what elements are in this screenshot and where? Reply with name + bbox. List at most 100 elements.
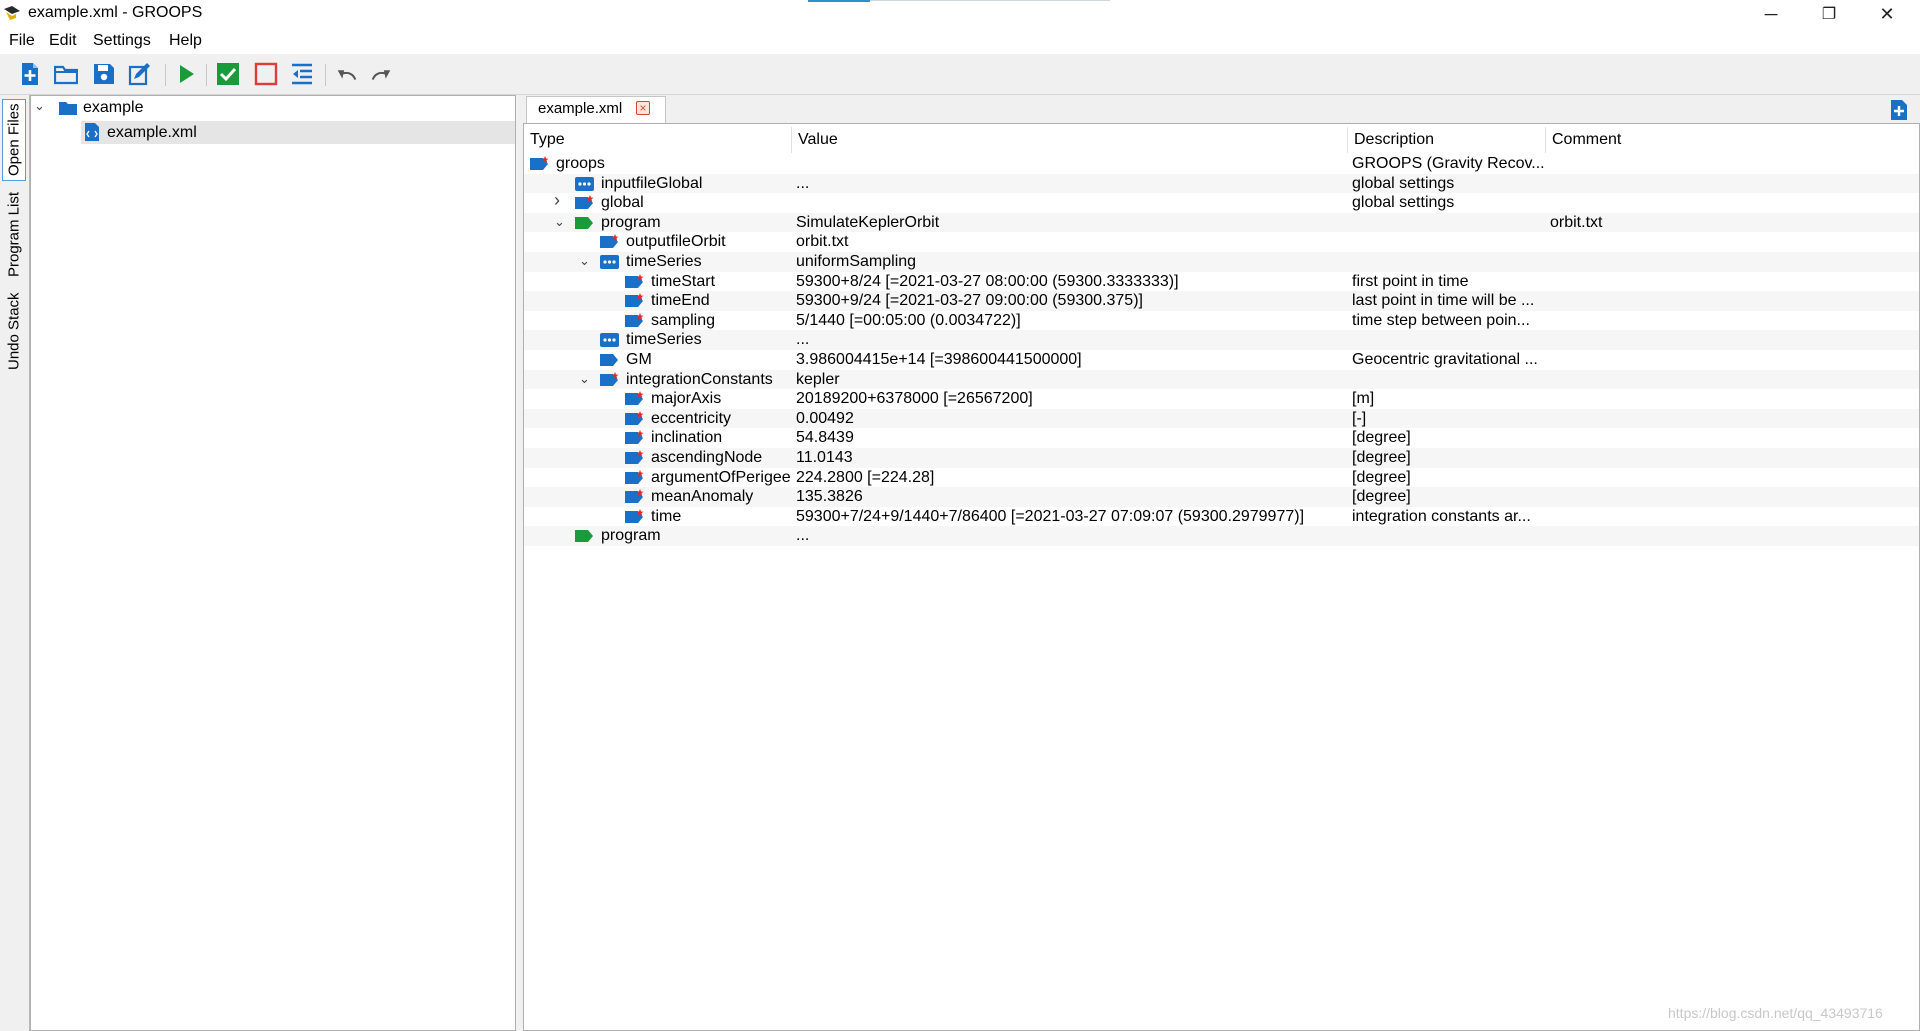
row-value[interactable]: ... (796, 331, 809, 349)
row-value[interactable]: 59300+8/24 [=2021-03-27 08:00:00 (59300.… (796, 273, 1179, 291)
new-file-icon[interactable] (18, 62, 42, 86)
restore-button[interactable]: ❐ (1800, 0, 1858, 28)
tree-row[interactable]: inclination 54.8439 [degree] (524, 428, 1919, 448)
open-folder-icon[interactable] (54, 62, 78, 86)
row-value[interactable]: ... (796, 527, 809, 545)
chevron-right-icon[interactable]: › (554, 190, 560, 211)
tree-row[interactable]: timeStart 59300+8/24 [=2021-03-27 08:00:0… (524, 272, 1919, 292)
row-value[interactable]: 3.986004415e+14 [=398600441500000] (796, 351, 1082, 369)
menu-bar (0, 28, 1920, 54)
row-value[interactable]: 224.2800 [=224.28] (796, 469, 934, 487)
column-header-description[interactable]: Description (1354, 131, 1434, 149)
unset-node-icon (600, 332, 620, 348)
row-type: sampling (651, 311, 716, 329)
element-node-icon (625, 391, 645, 407)
tree-row[interactable]: eccentricity 0.00492 [-] (524, 408, 1919, 429)
tree-row[interactable]: outputfileOrbit orbit.txt (524, 232, 1919, 252)
row-type: integrationConstants (626, 370, 773, 388)
tree-row[interactable]: program... (524, 526, 1919, 546)
row-value[interactable]: 0.00492 (796, 410, 854, 428)
column-header-type[interactable]: Type (530, 131, 565, 149)
tab-undo-stack[interactable]: Undo Stack (2, 287, 26, 375)
tree-row[interactable]: ⌄ integrationConstants kepler (524, 369, 1919, 390)
menu-settings[interactable]: Settings (93, 32, 151, 50)
toolbar-separator (325, 64, 326, 86)
xml-file-icon (85, 123, 99, 141)
tree-row[interactable]: groops GROOPS (Gravity Recov... (524, 154, 1919, 174)
row-type: timeEnd (651, 292, 710, 310)
row-value[interactable]: 5/1440 [=00:05:00 (0.0034722)] (796, 312, 1021, 330)
tree-row[interactable]: › global global settings (524, 190, 1919, 213)
menu-edit[interactable]: Edit (49, 32, 77, 50)
chevron-down-icon[interactable]: ⌄ (579, 253, 590, 269)
close-tab-icon[interactable]: × (636, 101, 650, 115)
element-node-icon (625, 430, 645, 446)
folder-icon (59, 102, 77, 115)
row-value[interactable]: 59300+9/24 [=2021-03-27 09:00:00 (59300.… (796, 292, 1143, 310)
minimize-button[interactable]: ─ (1742, 0, 1800, 28)
tab-label[interactable]: example.xml (538, 100, 622, 117)
tree-row[interactable]: sampling 5/1440 [=00:05:00 (0.0034722)] ti… (524, 311, 1919, 331)
redo-icon[interactable] (370, 62, 394, 86)
menu-help[interactable]: Help (169, 32, 202, 50)
column-header-comment[interactable]: Comment (1552, 131, 1621, 149)
column-separator[interactable] (791, 127, 792, 153)
tab-program-list[interactable]: Program List (2, 187, 26, 281)
tree-row[interactable]: argumentOfPerigee 224.2800 [=224.28] [degr… (524, 468, 1919, 488)
edit-icon[interactable] (128, 62, 152, 86)
chevron-down-icon[interactable]: ⌄ (34, 98, 45, 114)
check-icon[interactable] (216, 62, 240, 86)
add-document-icon[interactable] (1890, 99, 1908, 121)
menu-file[interactable]: File (9, 32, 35, 50)
chevron-down-icon[interactable]: ⌄ (579, 371, 590, 387)
tab-open-files[interactable]: Open Files (2, 99, 26, 181)
row-description: global settings (1352, 174, 1455, 192)
indent-icon[interactable] (290, 62, 314, 86)
tree-row[interactable]: inputfileGlobal... global settings (524, 173, 1919, 194)
column-header-value[interactable]: Value (798, 131, 838, 149)
row-description: [degree] (1352, 468, 1411, 486)
row-type: program (601, 527, 661, 545)
panel-splitter[interactable] (516, 95, 523, 1031)
title-accent-track (870, 0, 1110, 1)
tree-row[interactable]: time 59300+7/24+9/1440+7/86400 [=2021-03-… (524, 507, 1919, 527)
row-description: integration constants ar... (1352, 507, 1531, 525)
close-button[interactable]: ✕ (1858, 0, 1916, 28)
column-separator[interactable] (1545, 127, 1546, 153)
undo-icon[interactable] (334, 62, 358, 86)
tree-row[interactable]: ⌄ program SimulateKeplerOrbit orbit.txt (524, 212, 1919, 233)
row-value[interactable]: SimulateKeplerOrbit (796, 214, 939, 232)
tree-row[interactable]: ⌄ timeSeries uniformSampling (524, 252, 1919, 272)
row-type: timeSeries (626, 331, 702, 349)
tree-row[interactable]: timeSeries... (524, 330, 1919, 350)
run-icon[interactable] (174, 62, 198, 86)
program-node-icon (575, 528, 595, 544)
row-value[interactable]: orbit.txt (796, 233, 848, 251)
tree-folder-label[interactable]: example (83, 99, 143, 117)
stop-icon[interactable] (254, 62, 278, 86)
row-value[interactable]: 54.8439 (796, 429, 854, 447)
save-icon[interactable] (92, 62, 116, 86)
column-separator[interactable] (1347, 127, 1348, 153)
tree-row[interactable]: meanAnomaly 135.3826 [degree] (524, 487, 1919, 507)
tree-row[interactable]: majorAxis 20189200+6378000 [=26567200] [m] (524, 389, 1919, 409)
row-value[interactable]: kepler (796, 371, 840, 389)
row-value[interactable]: 11.0143 (796, 449, 853, 467)
tree-row[interactable]: ascendingNode 11.0143 [degree] (524, 448, 1919, 468)
tree-row[interactable]: timeEnd 59300+9/24 [=2021-03-27 09:00:00 … (524, 291, 1919, 311)
row-value[interactable]: 59300+7/24+9/1440+7/86400 [=2021-03-27 0… (796, 508, 1304, 526)
row-description: [degree] (1352, 429, 1411, 447)
chevron-down-icon[interactable]: ⌄ (554, 214, 565, 230)
tree-row[interactable]: GM 3.986004415e+14 [=398600441500000] Geoc… (524, 350, 1919, 370)
row-value[interactable]: 135.3826 (796, 488, 863, 506)
row-comment: orbit.txt (1550, 213, 1603, 231)
row-value[interactable]: ... (796, 175, 809, 193)
unset-node-icon (575, 176, 595, 192)
row-value[interactable]: uniformSampling (796, 253, 916, 271)
row-value[interactable]: 20189200+6378000 [=26567200] (796, 390, 1033, 408)
row-type: program (601, 213, 661, 231)
row-type: GM (626, 351, 652, 368)
watermark: https://blog.csdn.net/qq_43493716 (1668, 1005, 1883, 1021)
tree-file-label[interactable]: example.xml (107, 124, 197, 142)
element-node-icon (625, 450, 645, 466)
